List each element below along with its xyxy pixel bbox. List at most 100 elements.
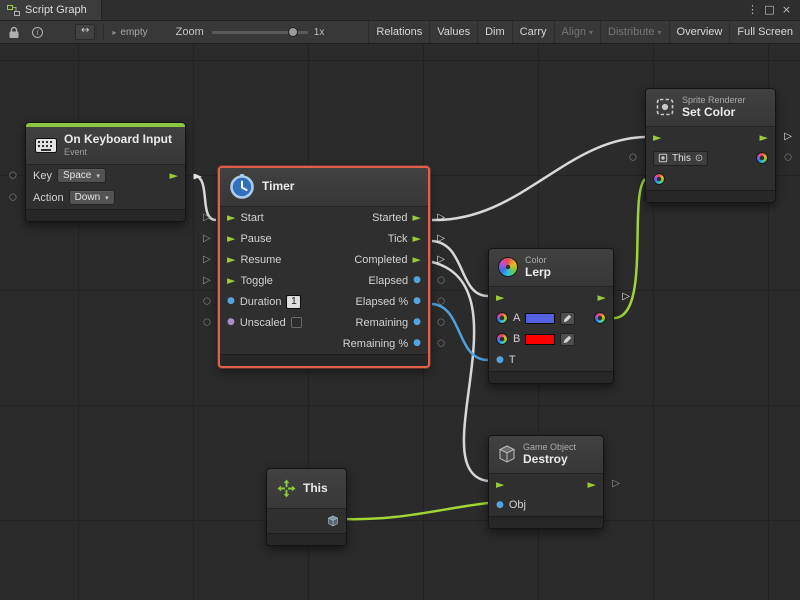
destroy-node[interactable]: Game Object Destroy Obj: [488, 435, 604, 529]
color-b-in-port[interactable]: [496, 333, 508, 345]
flow-out-connected-marker[interactable]: [194, 170, 202, 181]
duration-ext-port[interactable]: [203, 297, 211, 306]
wire-started-to-setcolor[interactable]: [432, 137, 645, 220]
elapsed-pct-ext-port[interactable]: [437, 297, 445, 306]
flow-in-port[interactable]: [496, 479, 504, 490]
breadcrumb-icon: ▸: [112, 28, 116, 37]
key-dropdown[interactable]: Space ▾: [57, 168, 106, 183]
tick-flow-out-port[interactable]: [413, 233, 421, 244]
graph-canvas[interactable]: On Keyboard Input Event Key Space ▾: [0, 44, 800, 600]
this-object-field[interactable]: This ⊙: [653, 151, 708, 166]
target-ext-port[interactable]: [784, 154, 792, 163]
this-node[interactable]: This: [266, 468, 347, 546]
started-ext-port[interactable]: [437, 213, 445, 223]
unscaled-ext-port[interactable]: [203, 318, 211, 327]
target-out-port[interactable]: [756, 152, 768, 164]
on-keyboard-input-node[interactable]: On Keyboard Input Event Key Space ▾: [25, 122, 186, 222]
wire-tick-to-lerp[interactable]: [432, 241, 488, 296]
maximize-icon[interactable]: □: [761, 0, 778, 20]
graph-breadcrumb[interactable]: ▸ empty: [112, 27, 147, 38]
flow-in-port[interactable]: [653, 132, 661, 143]
tick-ext-port[interactable]: [437, 234, 445, 244]
elapsed-ext-port[interactable]: [437, 276, 445, 285]
object-picker-icon[interactable]: ⊙: [695, 153, 703, 164]
destroy-flow-row: [489, 474, 603, 495]
zoom-slider[interactable]: [212, 21, 308, 43]
flow-in-port[interactable]: [496, 292, 504, 303]
color-in-port[interactable]: [653, 173, 665, 185]
duration-in-port[interactable]: [227, 297, 235, 306]
toggle-ext-port[interactable]: [203, 276, 211, 286]
wire-elapsed-pct-to-t[interactable]: [432, 304, 488, 360]
action-value-in-port[interactable]: [9, 193, 17, 202]
carry-button[interactable]: Carry: [512, 21, 554, 43]
overview-button[interactable]: Overview: [669, 21, 730, 43]
unscaled-in-port[interactable]: [227, 318, 235, 327]
start-ext-port[interactable]: [203, 213, 211, 223]
flow-out-port[interactable]: [760, 132, 768, 143]
this-ext-port[interactable]: [629, 154, 637, 163]
event-flow-out-port[interactable]: [170, 170, 178, 181]
pause-flow-in-port[interactable]: [227, 233, 235, 244]
resize-icon-button[interactable]: ↔: [75, 24, 95, 40]
completed-flow-out-port[interactable]: [413, 254, 421, 265]
graph-ref-label: empty: [120, 27, 147, 38]
key-row: Key Space ▾: [26, 165, 185, 187]
key-value-in-port[interactable]: [9, 171, 17, 180]
set-color-node[interactable]: Sprite Renderer Set Color Thi: [645, 88, 776, 203]
flow-out-port[interactable]: [588, 479, 596, 490]
color-a-in-port[interactable]: [496, 312, 508, 324]
t-in-port[interactable]: [496, 356, 504, 365]
completed-ext-port[interactable]: [437, 255, 445, 265]
script-graph-window: Script Graph ⋮ □ × i ↔ ▸ empty Zoom: [0, 0, 800, 600]
toggle-flow-in-port[interactable]: [227, 275, 235, 286]
window-menu-icon[interactable]: ⋮: [744, 0, 761, 20]
flow-out-ext-port[interactable]: [784, 132, 792, 142]
unscaled-checkbox[interactable]: [291, 317, 302, 328]
wire-this-to-destroy-obj[interactable]: [341, 503, 488, 519]
lerp-row-b: B: [489, 329, 613, 350]
resume-ext-port[interactable]: [203, 255, 211, 265]
flow-out-ext-port[interactable]: [622, 292, 630, 302]
remaining-ext-port[interactable]: [437, 318, 445, 327]
graph-toolbar: i ↔ ▸ empty Zoom 1x Relations Values Dim…: [0, 21, 800, 44]
action-dropdown[interactable]: Down ▾: [69, 190, 115, 205]
pause-ext-port[interactable]: [203, 234, 211, 244]
game-object-out-port[interactable]: [327, 515, 339, 527]
elapsed-pct-out-port[interactable]: [413, 297, 421, 306]
duration-value-field[interactable]: 1: [286, 295, 301, 309]
window-controls: ⋮ □ ×: [744, 0, 800, 20]
obj-in-port[interactable]: [496, 501, 504, 510]
remaining-pct-ext-port[interactable]: [437, 339, 445, 348]
color-b-swatch[interactable]: [525, 334, 555, 345]
distribute-button[interactable]: Distribute▾: [600, 21, 668, 43]
values-button[interactable]: Values: [429, 21, 477, 43]
dim-button[interactable]: Dim: [477, 21, 512, 43]
chevron-down-icon: ▾: [96, 172, 100, 180]
wire-completed-to-destroy[interactable]: [432, 262, 488, 481]
setcolor-flow-row: [646, 127, 775, 148]
color-a-swatch[interactable]: [525, 313, 555, 324]
align-button[interactable]: Align▾: [554, 21, 600, 43]
node-footer: [220, 354, 428, 366]
close-icon[interactable]: ×: [778, 0, 795, 20]
color-lerp-node[interactable]: Color Lerp A B T: [488, 248, 614, 384]
lock-icon[interactable]: [2, 21, 26, 43]
fullscreen-button[interactable]: Full Screen: [729, 21, 800, 43]
flow-out-port[interactable]: [598, 292, 606, 303]
eyedropper-icon[interactable]: [560, 312, 575, 325]
eyedropper-icon[interactable]: [560, 333, 575, 346]
flow-out-ext-port[interactable]: [612, 479, 620, 489]
zoom-slider-thumb[interactable]: [288, 27, 298, 37]
relations-button[interactable]: Relations: [368, 21, 429, 43]
started-flow-out-port[interactable]: [413, 212, 421, 223]
tab-script-graph[interactable]: Script Graph: [0, 0, 102, 20]
timer-node[interactable]: Timer Start Started Pause Tick Resume Co…: [218, 166, 430, 368]
lerp-result-out-port[interactable]: [594, 312, 606, 324]
remaining-out-port[interactable]: [413, 318, 421, 327]
remaining-pct-out-port[interactable]: [413, 339, 421, 348]
elapsed-out-port[interactable]: [413, 276, 421, 285]
start-flow-in-port[interactable]: [227, 212, 235, 223]
info-icon[interactable]: i: [26, 21, 49, 43]
resume-flow-in-port[interactable]: [227, 254, 235, 265]
